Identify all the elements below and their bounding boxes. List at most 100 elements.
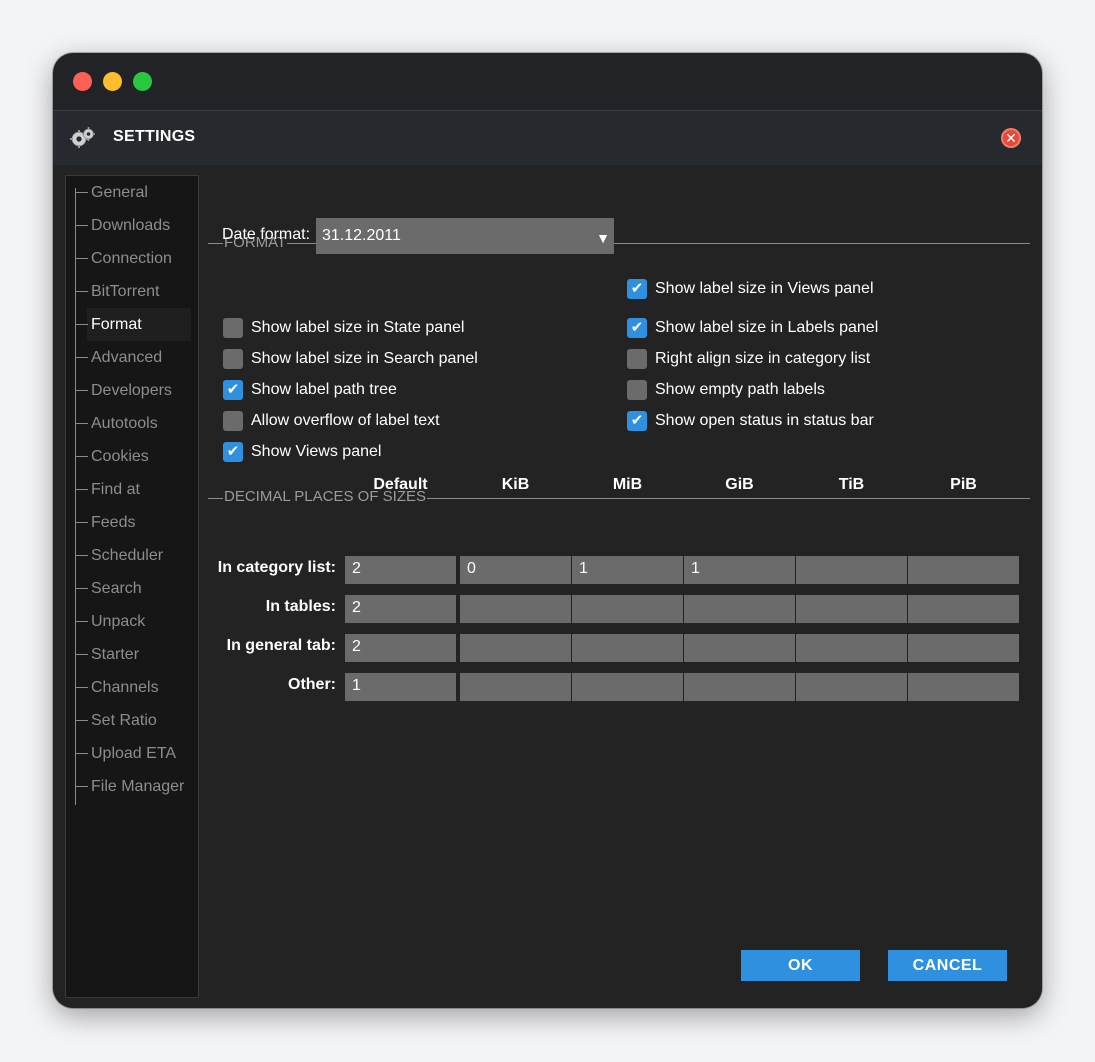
decimal-input[interactable]: 2 — [345, 634, 456, 662]
sidebar-item-downloads[interactable]: Downloads — [75, 209, 193, 242]
checkbox-unchecked[interactable] — [223, 349, 243, 369]
sidebar-item-label: General — [91, 184, 148, 201]
decimal-input[interactable] — [460, 673, 571, 701]
decimal-input[interactable] — [460, 595, 571, 623]
close-icon[interactable]: ✕ — [1001, 128, 1021, 148]
tree-branch — [75, 456, 88, 457]
date-format-label: Date format: — [222, 226, 311, 243]
sidebar-item-file-manager[interactable]: File Manager — [75, 770, 193, 803]
decimal-input[interactable]: 2 — [345, 595, 456, 623]
tree-branch — [75, 489, 88, 490]
checkbox-checked[interactable]: ✔ — [627, 411, 647, 431]
sidebar-item-bittorrent[interactable]: BitTorrent — [75, 275, 193, 308]
decimal-input[interactable] — [796, 673, 907, 701]
checkbox-unchecked[interactable] — [627, 380, 647, 400]
column-header: TiB — [838, 476, 865, 493]
sidebar-item-label: Autotools — [91, 415, 158, 432]
tree-branch — [75, 654, 88, 655]
checkbox-label: Show label size in Search panel — [251, 350, 478, 367]
sidebar-item-general[interactable]: General — [75, 176, 193, 209]
sidebar-item-advanced[interactable]: Advanced — [75, 341, 193, 374]
sidebar-item-starter[interactable]: Starter — [75, 638, 193, 671]
dialog-title: SETTINGS — [113, 128, 196, 145]
cancel-button[interactable]: CANCEL — [888, 950, 1007, 981]
decimal-input[interactable] — [796, 595, 907, 623]
column-header: MiB — [612, 476, 643, 493]
sidebar-item-set-ratio[interactable]: Set Ratio — [75, 704, 193, 737]
decimal-input[interactable]: 2 — [345, 556, 456, 584]
checkbox-label: Show empty path labels — [655, 381, 825, 398]
decimal-input[interactable] — [572, 634, 683, 662]
checkbox-checked[interactable]: ✔ — [223, 442, 243, 462]
settings-dialog: SETTINGS ✕ General Downloads Connection Bit… — [53, 110, 1042, 1008]
date-format-select[interactable]: 31.12.2011 ▼ — [316, 218, 614, 254]
row-label: In category list: — [217, 559, 336, 576]
tree-branch — [75, 324, 88, 325]
sidebar-item-unpack[interactable]: Unpack — [75, 605, 193, 638]
sidebar-item-developers[interactable]: Developers — [75, 374, 193, 407]
tree-branch — [75, 522, 88, 523]
window-titlebar[interactable] — [53, 53, 1042, 110]
decimal-input[interactable]: 1 — [684, 556, 795, 584]
ok-button[interactable]: OK — [741, 950, 860, 981]
tree-branch — [75, 687, 88, 688]
decimal-input[interactable] — [908, 595, 1019, 623]
sidebar-item-autotools[interactable]: Autotools — [75, 407, 193, 440]
dialog-header: SETTINGS ✕ — [53, 111, 1042, 165]
sidebar-item-cookies[interactable]: Cookies — [75, 440, 193, 473]
sidebar-item-channels[interactable]: Channels — [75, 671, 193, 704]
sidebar-item-label: Search — [91, 580, 142, 597]
sidebar-item-label: Advanced — [91, 349, 163, 366]
checkbox-checked[interactable]: ✔ — [627, 279, 647, 299]
sidebar-item-label: Connection — [91, 250, 172, 267]
checkbox-checked[interactable]: ✔ — [627, 318, 647, 338]
decimal-input[interactable] — [572, 595, 683, 623]
window-zoom-button[interactable] — [133, 72, 152, 91]
tree-branch — [75, 423, 88, 424]
decimal-input[interactable] — [684, 595, 795, 623]
checkbox-label: Show label size in State panel — [251, 319, 465, 336]
sidebar-item-label: Format — [91, 316, 142, 333]
decimal-input[interactable]: 1 — [572, 556, 683, 584]
checkbox-unchecked[interactable] — [627, 349, 647, 369]
checkbox-unchecked[interactable] — [223, 411, 243, 431]
sidebar-item-label: Scheduler — [91, 547, 164, 564]
decimal-input[interactable] — [796, 634, 907, 662]
decimal-input[interactable]: 1 — [345, 673, 456, 701]
sidebar-item-label: Channels — [91, 679, 159, 696]
tree-branch — [75, 357, 88, 358]
sidebar-item-find-at[interactable]: Find at — [75, 473, 193, 506]
sidebar-item-connection[interactable]: Connection — [75, 242, 193, 275]
decimal-input[interactable] — [460, 634, 571, 662]
decimal-input[interactable] — [796, 556, 907, 584]
sidebar-item-format[interactable]: Format — [75, 308, 193, 341]
row-label: In tables: — [265, 598, 336, 615]
tree-branch — [75, 291, 88, 292]
sidebar-item-search[interactable]: Search — [75, 572, 193, 605]
window-close-button[interactable] — [73, 72, 92, 91]
column-header: KiB — [501, 476, 530, 493]
sidebar-item-label: Upload ETA — [91, 745, 177, 762]
sidebar-item-feeds[interactable]: Feeds — [75, 506, 193, 539]
tree-branch — [75, 786, 88, 787]
decimal-input[interactable] — [908, 634, 1019, 662]
decimal-input[interactable]: 0 — [460, 556, 571, 584]
column-header: GiB — [725, 476, 754, 493]
decimal-input[interactable] — [908, 556, 1019, 584]
window-minimize-button[interactable] — [103, 72, 122, 91]
checkbox-unchecked[interactable] — [223, 318, 243, 338]
gears-icon — [70, 127, 95, 148]
checkbox-label: Right align size in category list — [655, 350, 871, 367]
sidebar-item-scheduler[interactable]: Scheduler — [75, 539, 193, 572]
date-format-value: 31.12.2011 — [322, 227, 401, 244]
decimal-input[interactable] — [572, 673, 683, 701]
checkbox-checked[interactable]: ✔ — [223, 380, 243, 400]
decimal-input[interactable] — [908, 673, 1019, 701]
checkbox-label: Show label path tree — [251, 381, 397, 398]
sidebar-item-label: Unpack — [91, 613, 146, 630]
sidebar-item-label: Cookies — [91, 448, 149, 465]
decimal-input[interactable] — [684, 634, 795, 662]
sidebar-item-upload-eta[interactable]: Upload ETA — [75, 737, 193, 770]
decimal-input[interactable] — [684, 673, 795, 701]
app-window: SETTINGS ✕ General Downloads Connection Bit… — [53, 53, 1042, 1008]
